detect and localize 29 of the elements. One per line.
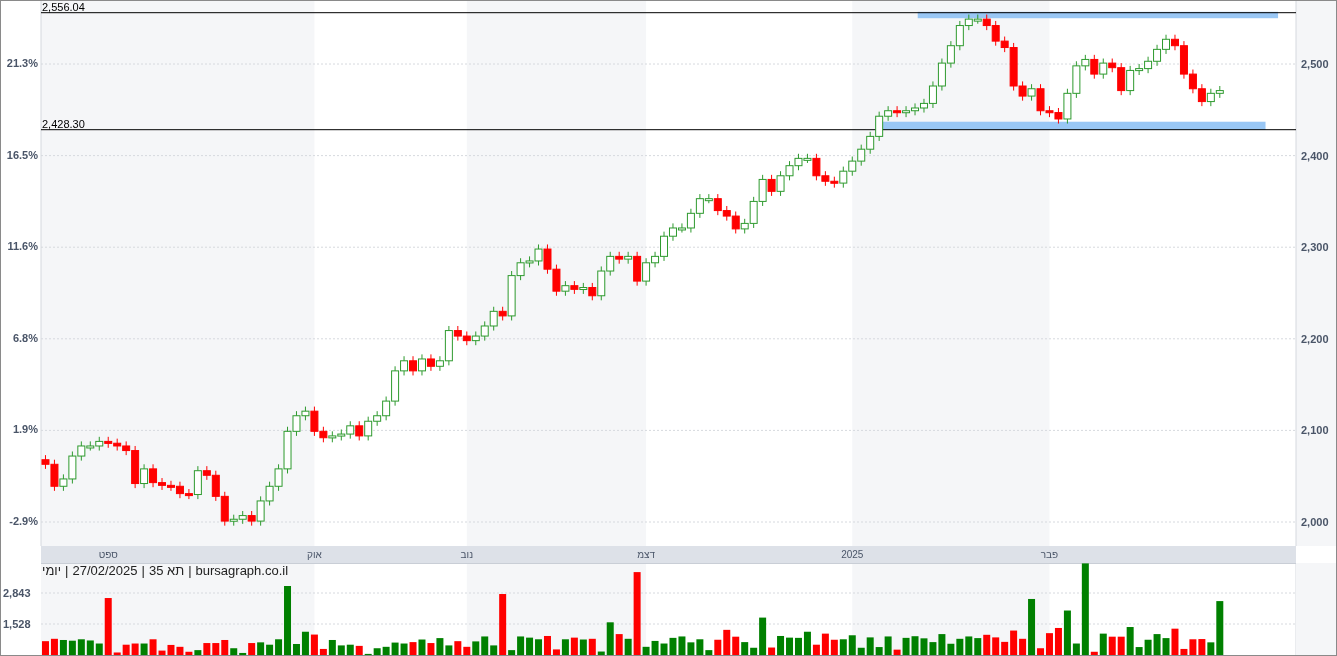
volume-tick-label: 1,528 (3, 618, 31, 630)
price-tick-label: 2,500 (1301, 58, 1329, 70)
level-label: 2,428.30 (42, 117, 85, 130)
percent-tick-label: 11.6% (7, 240, 38, 254)
month-label: נוב (460, 549, 474, 560)
percent-tick-label: 16.5% (6, 148, 38, 162)
month-label: ספט (98, 549, 118, 560)
price-tick-label: 2,200 (1301, 332, 1329, 345)
price-tick-label: 2,300 (1301, 241, 1329, 254)
level-label: 2,556.04 (42, 1, 85, 13)
volume-tick-label: 2,843 (3, 587, 31, 599)
chart-info-text: תא 35 (148, 563, 185, 578)
month-label: דצמ (637, 549, 656, 560)
month-label: 2025 (841, 549, 864, 560)
chart-info-text: bursagraph.co.il (195, 563, 289, 578)
chart-info-text: 27/02/2025 (72, 563, 138, 578)
percent-tick-label: 1.9% (12, 423, 38, 437)
chart-info-text: | (141, 563, 145, 578)
percent-tick-label: 21.3% (6, 57, 38, 70)
month-label: אוק (307, 549, 322, 560)
chart-info-text: | (65, 563, 69, 578)
price-tick-label: 2,000 (1301, 516, 1329, 528)
price-tick-label: 2,400 (1301, 149, 1329, 162)
month-label: פבר (1040, 549, 1059, 560)
percent-tick-label: -2.9% (9, 515, 38, 528)
chart-info-text: | (188, 563, 192, 578)
chart-info-text: יומי (42, 563, 62, 578)
percent-tick-label: 6.8% (12, 331, 38, 345)
price-tick-label: 2,100 (1301, 424, 1329, 437)
